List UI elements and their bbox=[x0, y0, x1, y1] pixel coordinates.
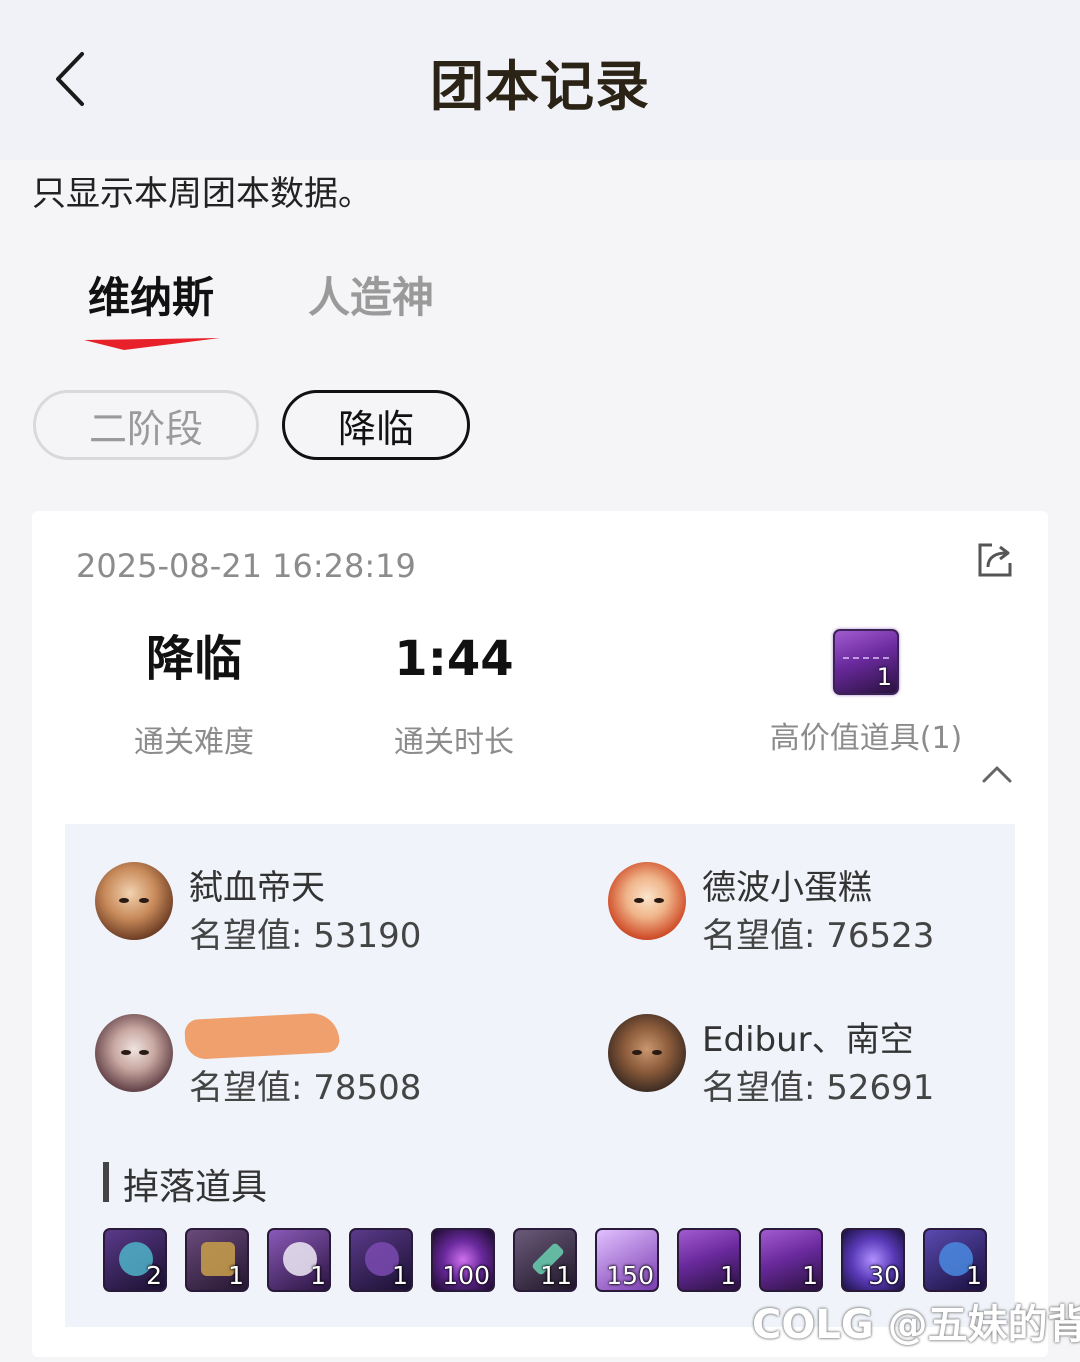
share-icon bbox=[978, 543, 1012, 577]
player-card: 弑血帝天 名望值: 53190 bbox=[95, 860, 535, 956]
notice-text: 只显示本周团本数据。 bbox=[32, 174, 372, 214]
duration-value: 1:44 bbox=[394, 631, 514, 687]
player-name: Edibur、南空 bbox=[702, 1020, 914, 1060]
drop-item-icon[interactable]: 1 bbox=[923, 1228, 987, 1292]
raid-detail-panel: 弑血帝天 名望值: 53190 德波小蛋糕 名望值: 76523 名望值: 78… bbox=[65, 824, 1015, 1327]
avatar bbox=[95, 1014, 173, 1092]
drop-item-icon[interactable]: 1 bbox=[185, 1228, 249, 1292]
drop-item-icon[interactable]: 100 bbox=[431, 1228, 495, 1292]
tab-venus[interactable]: 维纳斯 bbox=[88, 264, 214, 325]
stage-filter-advent[interactable]: 降临 bbox=[282, 390, 470, 460]
high-value-label: 高价值道具(1) bbox=[769, 721, 963, 756]
stage-filter-phase-two[interactable]: 二阶段 bbox=[33, 390, 259, 460]
avatar bbox=[608, 862, 686, 940]
drop-item-icon[interactable]: 150 bbox=[595, 1228, 659, 1292]
player-card: 德波小蛋糕 名望值: 76523 bbox=[608, 860, 1048, 956]
high-value-count: 1 bbox=[876, 663, 892, 691]
duration-label: 通关时长 bbox=[394, 725, 514, 760]
page: 团本记录 只显示本周团本数据。 维纳斯 人造神 二阶段 降临 2025-08-2… bbox=[0, 0, 1080, 1362]
player-reputation: 名望值: 76523 bbox=[702, 916, 935, 956]
chevron-up-icon bbox=[982, 766, 1012, 783]
record-datetime: 2025-08-21 16:28:19 bbox=[76, 547, 416, 585]
player-card: Edibur、南空 名望值: 52691 bbox=[608, 1012, 1048, 1108]
drop-item-icon[interactable]: 30 bbox=[841, 1228, 905, 1292]
redaction-mark bbox=[184, 1011, 340, 1061]
drops-title: 掉落道具 bbox=[123, 1167, 268, 1208]
header: 团本记录 bbox=[0, 0, 1080, 160]
player-reputation: 名望值: 52691 bbox=[702, 1068, 935, 1108]
drop-item-icon[interactable]: 2 bbox=[103, 1228, 167, 1292]
drop-item-icon[interactable]: 11 bbox=[513, 1228, 577, 1292]
watermark: COLG @五妹的背 bbox=[752, 1302, 1080, 1348]
tab-artificial-god[interactable]: 人造神 bbox=[308, 264, 434, 325]
avatar bbox=[608, 1014, 686, 1092]
raid-record-card: 2025-08-21 16:28:19 降临 通关难度 1:44 通关时长 1 … bbox=[32, 511, 1048, 1357]
treasure-chest-icon[interactable]: 1 bbox=[833, 629, 899, 695]
drop-items-list: 2 1 1 1 100 11 150 1 1 30 1 bbox=[103, 1228, 993, 1294]
difficulty-label: 通关难度 bbox=[134, 725, 254, 760]
drop-item-icon[interactable]: 1 bbox=[349, 1228, 413, 1292]
stat-difficulty: 降临 通关难度 bbox=[94, 629, 294, 761]
drop-item-icon[interactable]: 1 bbox=[267, 1228, 331, 1292]
stat-high-value-items: 1 高价值道具(1) bbox=[756, 629, 976, 757]
difficulty-value: 降临 bbox=[145, 631, 242, 687]
stat-duration: 1:44 通关时长 bbox=[354, 629, 554, 761]
player-name: 弑血帝天 bbox=[189, 868, 325, 908]
player-reputation: 名望值: 78508 bbox=[189, 1068, 422, 1108]
share-button[interactable] bbox=[976, 539, 1016, 579]
tab-active-indicator bbox=[84, 338, 220, 350]
treasure-chest-icon[interactable]: 1 bbox=[759, 1228, 823, 1292]
avatar bbox=[95, 862, 173, 940]
player-reputation: 名望值: 53190 bbox=[189, 916, 422, 956]
page-title: 团本记录 bbox=[430, 55, 650, 118]
player-card: 名望值: 78508 bbox=[95, 1011, 535, 1108]
collapse-button[interactable] bbox=[980, 761, 1014, 787]
player-name: 德波小蛋糕 bbox=[702, 868, 872, 908]
treasure-chest-icon[interactable]: 1 bbox=[677, 1228, 741, 1292]
